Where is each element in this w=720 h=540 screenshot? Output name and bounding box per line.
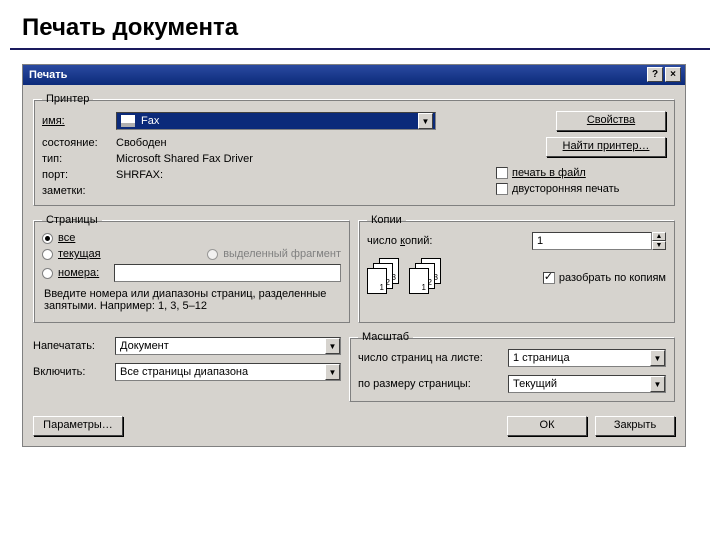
chevron-down-icon: ▼: [650, 350, 665, 366]
slide-title: Печать документа: [0, 0, 720, 48]
dialog-title: Печать: [29, 69, 67, 81]
title-rule: [10, 48, 710, 50]
pages-all-radio[interactable]: [42, 233, 53, 244]
pages-group: Страницы все текущая выделенный фрагмент…: [33, 214, 350, 323]
state-label: состояние:: [42, 137, 116, 149]
close-x-button[interactable]: ×: [665, 67, 681, 82]
scale-group: Масштаб число страниц на листе: 1 страни…: [349, 331, 675, 402]
close-label: Закрыть: [614, 419, 656, 431]
chevron-down-icon: ▼: [325, 338, 340, 354]
chevron-down-icon: ▼: [418, 113, 433, 129]
options-label: Параметры…: [43, 419, 113, 431]
collate-illustration-1: 3 2 1: [367, 258, 409, 298]
fit-value: Текущий: [513, 378, 557, 390]
pages-legend: Страницы: [42, 214, 102, 226]
collate-label: разобрать по копиям: [559, 272, 666, 284]
printer-name-value: Fax: [141, 115, 159, 127]
chevron-down-icon: ▼: [325, 364, 340, 380]
copies-spin[interactable]: ▲ ▼: [532, 232, 666, 250]
ok-button[interactable]: ОК: [507, 416, 587, 436]
help-button[interactable]: ?: [647, 67, 663, 82]
pages-current-label: текущая: [58, 248, 101, 260]
port-value: SHRFAX:: [116, 169, 163, 181]
pages-all-label: все: [58, 232, 75, 244]
printer-icon: [121, 115, 135, 127]
port-label: порт:: [42, 169, 116, 181]
pages-current-radio[interactable]: [42, 249, 53, 260]
titlebar: Печать ? ×: [23, 65, 685, 85]
per-sheet-combo[interactable]: 1 страница ▼: [508, 349, 666, 367]
pages-hint: Введите номера или диапазоны страниц, ра…: [42, 284, 341, 314]
collate-illustration-2: 3 2 1: [409, 258, 451, 298]
fit-combo[interactable]: Текущий ▼: [508, 375, 666, 393]
collate-checkbox[interactable]: [543, 272, 555, 284]
copies-count-label: число копий:: [367, 235, 497, 247]
print-what-value: Документ: [120, 340, 169, 352]
per-sheet-value: 1 страница: [513, 352, 570, 364]
print-what-combo[interactable]: Документ ▼: [115, 337, 341, 355]
type-label: тип:: [42, 153, 116, 165]
duplex-checkbox[interactable]: [496, 183, 508, 195]
include-label: Включить:: [33, 366, 115, 378]
options-button[interactable]: Параметры…: [33, 416, 123, 436]
copies-legend: Копии: [367, 214, 406, 226]
copies-input[interactable]: [532, 232, 652, 250]
type-value: Microsoft Shared Fax Driver: [116, 153, 253, 165]
spin-up-icon[interactable]: ▲: [652, 232, 666, 241]
fit-label: по размеру страницы:: [358, 378, 508, 390]
mini-page: 1: [409, 268, 429, 294]
pages-numbers-input[interactable]: [114, 264, 341, 282]
include-value: Все страницы диапазона: [120, 366, 248, 378]
print-to-file-label: печать в файл: [512, 167, 586, 179]
printer-name-label: имя:: [42, 115, 116, 127]
pages-numbers-label: номера:: [58, 267, 114, 279]
per-sheet-label: число страниц на листе:: [358, 352, 508, 364]
notes-label: заметки:: [42, 185, 116, 197]
ok-label: ОК: [540, 419, 555, 431]
close-button[interactable]: Закрыть: [595, 416, 675, 436]
printer-name-select[interactable]: Fax ▼: [116, 112, 436, 130]
state-value: Свободен: [116, 137, 167, 149]
chevron-down-icon: ▼: [650, 376, 665, 392]
scale-legend: Масштаб: [358, 331, 413, 343]
properties-label: Свойства: [587, 114, 635, 126]
copies-group: Копии число копий: ▲ ▼ 3 2: [358, 214, 675, 323]
mini-page: 1: [367, 268, 387, 294]
print-dialog: Печать ? × Принтер имя: Fax ▼ Свойс: [22, 64, 686, 447]
include-combo[interactable]: Все страницы диапазона ▼: [115, 363, 341, 381]
printer-legend: Принтер: [42, 93, 93, 105]
pages-numbers-radio[interactable]: [42, 268, 53, 279]
printer-group: Принтер имя: Fax ▼ Свойства: [33, 93, 675, 206]
spin-down-icon[interactable]: ▼: [652, 241, 666, 250]
pages-selection-label: выделенный фрагмент: [223, 248, 341, 260]
find-printer-label: Найти принтер…: [563, 140, 650, 152]
print-what-label: Напечатать:: [33, 340, 115, 352]
print-to-file-checkbox[interactable]: [496, 167, 508, 179]
properties-button[interactable]: Свойства: [556, 111, 666, 131]
pages-selection-radio: [207, 249, 218, 260]
duplex-label: двусторонняя печать: [512, 183, 619, 195]
find-printer-button[interactable]: Найти принтер…: [546, 137, 666, 157]
